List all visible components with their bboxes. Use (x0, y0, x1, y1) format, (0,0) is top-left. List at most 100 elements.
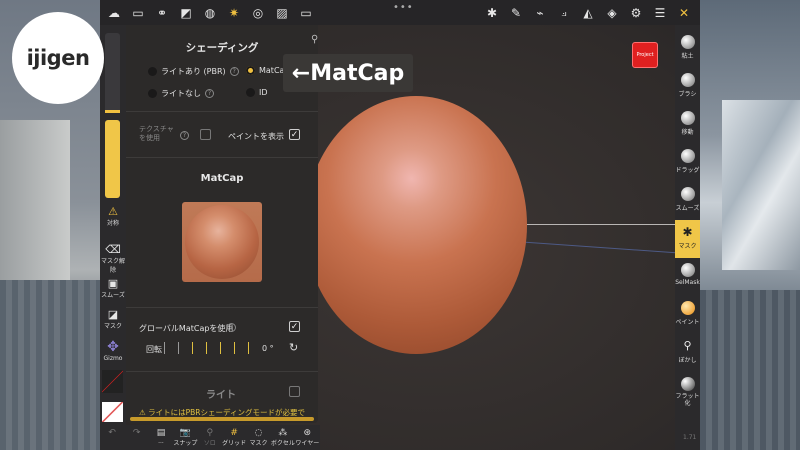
tool-move[interactable]: 移動 (675, 106, 700, 144)
mask-button[interactable]: ◪ マスク (100, 308, 126, 330)
tool-mask[interactable]: ✱ マスク (675, 220, 700, 258)
wireframe-button[interactable]: ⊛ ワイヤー (295, 425, 319, 450)
symmetry-button[interactable]: ⚠ 対称 (100, 205, 126, 227)
more-button[interactable]: ▤... (149, 425, 173, 450)
background-photo-right (700, 0, 800, 450)
global-matcap-label: グローバルMatCapを使用 (139, 324, 234, 333)
texture-label: テクスチャ を使用 (139, 125, 174, 142)
divider (126, 157, 318, 158)
wrench-icon[interactable]: ✕ (672, 1, 696, 25)
rotation-label: 回転 (146, 345, 162, 354)
light-section-title: ライト (206, 390, 236, 401)
divider (126, 111, 318, 112)
tool-clay[interactable]: 粘土 (675, 30, 700, 68)
share-icon[interactable]: ⚭ (150, 1, 174, 25)
reset-icon[interactable]: ↻ (289, 341, 298, 354)
radius-slider[interactable] (105, 33, 120, 113)
brush-icon[interactable]: ⌁ (528, 1, 552, 25)
version-label: 1.71 (683, 434, 697, 441)
matcap-section-title: MatCap (200, 173, 244, 184)
redo-button[interactable]: ↷ (124, 425, 148, 450)
help-icon[interactable]: ? (205, 89, 214, 98)
material-icon[interactable]: ◎ (246, 1, 270, 25)
drag-icon (680, 149, 695, 163)
wireframe-icon: ⊛ (303, 428, 312, 438)
layers-icon[interactable]: ◈ (600, 1, 624, 25)
smooth-icon: ▣ (107, 277, 119, 290)
tool-paint[interactable]: ペイント (675, 296, 700, 334)
grid-icon: # (230, 428, 238, 438)
color-swatch-primary[interactable] (102, 370, 123, 393)
globe-icon[interactable]: ◍ (198, 1, 222, 25)
tool-selmask[interactable]: SelMask (675, 258, 700, 296)
undo-button[interactable]: ↶ (100, 425, 124, 450)
more-icon: ▤ (156, 428, 166, 438)
radio-unlit[interactable]: ライトなし ? (148, 88, 214, 99)
tool-drag[interactable]: ドラッグ (675, 144, 700, 182)
texture-checkbox[interactable] (200, 129, 211, 140)
flatten-icon (680, 377, 695, 391)
folder-icon[interactable]: ▭ (126, 1, 150, 25)
symmetry-icon: ⚠ (108, 205, 118, 218)
voxel-button[interactable]: ⁂ ボクセル (271, 425, 295, 450)
gizmo-label: Gizmo (103, 355, 123, 362)
intensity-slider[interactable] (105, 120, 120, 198)
show-paint-label: ペイントを表示 (228, 132, 284, 141)
color-swatch-secondary[interactable] (102, 402, 123, 422)
smooth-button[interactable]: ▣ スムーズ (100, 277, 126, 299)
site-logo: ijigen (12, 12, 104, 104)
mask-eye-icon: ◌ (254, 428, 263, 438)
global-matcap-checkbox[interactable]: ✓ (289, 321, 300, 332)
camera-icon: 📷 (179, 428, 191, 438)
brush-sphere-icon (680, 73, 695, 87)
triangle-icon[interactable]: ◭ (576, 1, 600, 25)
paint-icon (680, 301, 695, 315)
settings-icon[interactable]: ⚙ (624, 1, 648, 25)
sun-icon[interactable]: ✷ (222, 1, 246, 25)
sculpt-icon[interactable]: ✱ (480, 1, 504, 25)
snapshot-button[interactable]: 📷 スナップ (173, 425, 197, 450)
top-toolbar: ☁ ▭ ⚭ ◩ ◍ ✷ ◎ ▨ ▭ ••• ✱ ✎ ⌁ ⟓ ◭ ◈ ⚙ ☰ ✕ (100, 0, 700, 25)
panel-title: シェーディング (185, 42, 259, 54)
show-paint-checkbox[interactable]: ✓ (289, 129, 300, 140)
mask-toggle-button[interactable]: ◌ マスク (246, 425, 270, 450)
sphere-mesh[interactable] (305, 96, 527, 354)
matcap-callout: ←MatCap (283, 54, 413, 92)
bottom-toolbar: ↶ ↷ ▤... 📷 スナップ ⚲ ソロ # グリッド ◌ マスク ⁂ ボクセル ⊛ ワイヤ… (100, 425, 320, 450)
voxel-icon: ⁂ (278, 428, 288, 438)
radio-unlit-label: ライトなし (161, 89, 201, 98)
gizmo-button[interactable]: ✥ Gizmo (100, 339, 126, 362)
menu-dots[interactable]: ••• (393, 2, 414, 13)
help-icon[interactable]: ? (229, 67, 239, 76)
smooth-sphere-icon (680, 187, 695, 201)
solo-button[interactable]: ⚲ ソロ (198, 425, 222, 450)
radio-id[interactable]: ID (246, 88, 268, 97)
tool-brush[interactable]: ブラシ (675, 68, 700, 106)
tool-blur[interactable]: ⚲ ぼかし (675, 334, 700, 372)
grid-button[interactable]: # グリッド (222, 425, 246, 450)
radio-pbr[interactable]: ライトあり (PBR) ? (148, 66, 239, 77)
panel-scroll-indicator (130, 417, 314, 421)
light-checkbox[interactable] (289, 386, 300, 397)
rotation-slider[interactable] (164, 342, 249, 354)
scene-icon[interactable]: ◩ (174, 1, 198, 25)
tool-smooth[interactable]: スムーズ (675, 182, 700, 220)
image-icon[interactable]: ▨ (270, 1, 294, 25)
help-icon[interactable]: ? (180, 131, 189, 140)
pen-icon[interactable]: ✎ (504, 1, 528, 25)
unmask-button[interactable]: ⌫ マスク解除 (100, 243, 126, 274)
mask-icon: ◪ (107, 308, 119, 321)
eraser-icon: ⌫ (105, 243, 121, 256)
tool-flatten[interactable]: フラット 化 (675, 372, 700, 416)
video-icon[interactable]: ▭ (294, 1, 318, 25)
project-button[interactable]: Project (632, 42, 658, 68)
help-icon[interactable]: ? (227, 323, 236, 332)
pin-icon[interactable]: ⚲ (311, 34, 318, 45)
radio-id-label: ID (259, 88, 268, 97)
blur-icon: ⚲ (683, 339, 692, 352)
tool-icon[interactable]: ⟓ (552, 1, 576, 25)
cloud-icon[interactable]: ☁ (102, 1, 126, 25)
sliders-icon[interactable]: ☰ (648, 1, 672, 25)
left-toolbar: ⚠ 対称 ⌫ マスク解除 ▣ スムーズ ◪ マスク ✥ Gizmo (100, 25, 126, 450)
matcap-thumbnail[interactable] (182, 202, 262, 282)
